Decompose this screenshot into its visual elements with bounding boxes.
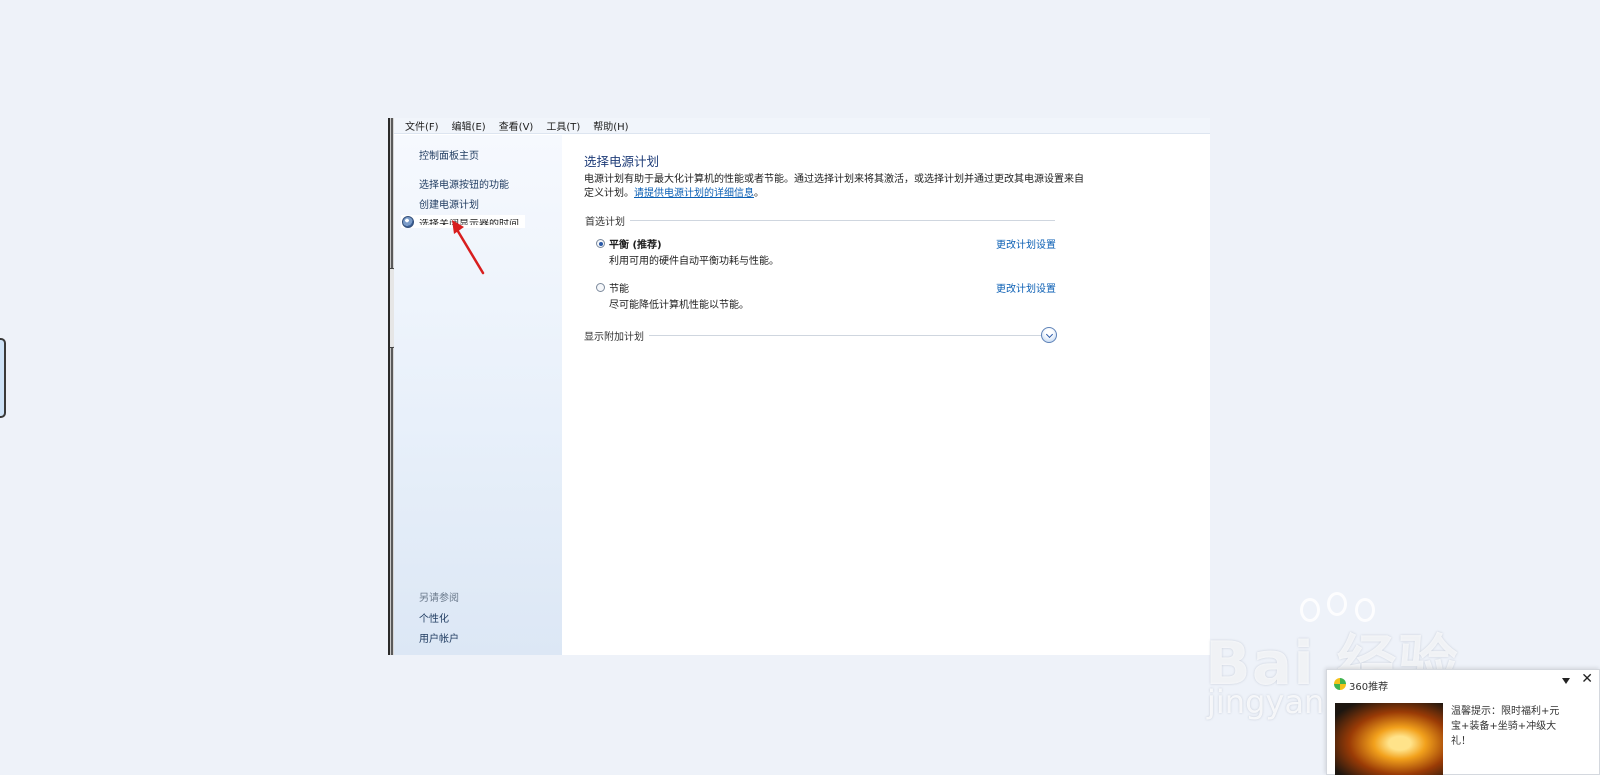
expand-additional-plans-button[interactable] — [1041, 327, 1057, 343]
recommendation-popup: 360推荐 ✕ 温馨提示：限时福利+元宝+装备+坐骑+冲级大礼！ — [1326, 669, 1600, 775]
plan-power-saver-name[interactable]: 节能 — [609, 280, 629, 295]
page-description: 电源计划有助于最大化计算机的性能或者节能。通过选择计划来将其激活，或选择计划并通… — [584, 174, 1084, 199]
create-power-plan-link[interactable]: 创建电源计划 — [419, 196, 479, 211]
control-panel-home-link[interactable]: 控制面板主页 — [419, 147, 479, 162]
see-also-title: 另请参阅 — [419, 593, 459, 604]
power-button-settings-link[interactable]: 选择电源按钮的功能 — [419, 176, 509, 191]
chevron-down-icon — [1045, 330, 1053, 338]
popup-ad-image[interactable] — [1335, 703, 1443, 775]
plan-power-saver-description: 尽可能降低计算机性能以节能。 — [609, 300, 749, 311]
menu-help[interactable]: 帮助(H) — [593, 118, 628, 133]
clock-icon — [402, 215, 414, 228]
menu-file[interactable]: 文件(F) — [405, 118, 439, 133]
menu-bar: 文件(F) 编辑(E) 查看(V) 工具(T) 帮助(H) — [394, 118, 1210, 134]
plan-power-saver: 节能 尽可能降低计算机性能以节能。 更改计划设置 — [596, 279, 1056, 311]
popup-ad-text[interactable]: 温馨提示：限时福利+元宝+装备+坐骑+冲级大礼！ — [1451, 704, 1563, 749]
close-icon[interactable]: ✕ — [1581, 672, 1593, 686]
paw-toe-icon — [1355, 598, 1375, 622]
360-logo-icon — [1334, 678, 1346, 690]
menu-tools[interactable]: 工具(T) — [546, 118, 580, 133]
personalization-link[interactable]: 个性化 — [419, 610, 449, 625]
plan-balanced-change-settings-link[interactable]: 更改计划设置 — [996, 236, 1056, 251]
menu-edit[interactable]: 编辑(E) — [452, 118, 486, 133]
annotation-arrow-icon — [452, 220, 485, 275]
plan-power-saver-change-settings-link[interactable]: 更改计划设置 — [996, 280, 1056, 295]
plan-balanced: 平衡 (推荐) 利用可用的硬件自动平衡功耗与性能。 更改计划设置 — [596, 235, 1056, 267]
preferred-plans-label: 首选计划 — [585, 213, 630, 228]
page-title: 选择电源计划 — [584, 154, 660, 169]
plan-balanced-name[interactable]: 平衡 (推荐) — [609, 236, 662, 251]
task-pane: 控制面板主页 选择电源按钮的功能 创建电源计划 选择关闭显示器的时间 另请参阅 … — [394, 135, 562, 655]
power-options-window: 文件(F) 编辑(E) 查看(V) 工具(T) 帮助(H) 控制面板主页 选择电… — [388, 118, 1210, 655]
group-divider — [585, 220, 1055, 221]
menu-view[interactable]: 查看(V) — [499, 118, 534, 133]
plan-details-link[interactable]: 请提供电源计划的详细信息 — [634, 188, 754, 199]
window-edge-tab — [0, 338, 6, 418]
user-accounts-link[interactable]: 用户帐户 — [419, 630, 459, 645]
popup-header: 360推荐 ✕ — [1327, 670, 1599, 694]
show-additional-plans-label[interactable]: 显示附加计划 — [584, 328, 649, 343]
paw-toe-icon — [1327, 592, 1347, 616]
popup-title: 360推荐 — [1349, 682, 1389, 693]
plan-power-saver-radio[interactable] — [596, 283, 605, 292]
plan-balanced-description: 利用可用的硬件自动平衡功耗与性能。 — [609, 256, 779, 267]
plan-balanced-radio[interactable] — [596, 239, 605, 248]
main-content: 选择电源计划 电源计划有助于最大化计算机的性能或者节能。通过选择计划来将其激活，… — [564, 135, 1210, 655]
extra-plans-divider — [584, 335, 1042, 336]
dropdown-arrow-icon[interactable] — [1562, 678, 1570, 684]
paw-toe-icon — [1300, 598, 1320, 622]
